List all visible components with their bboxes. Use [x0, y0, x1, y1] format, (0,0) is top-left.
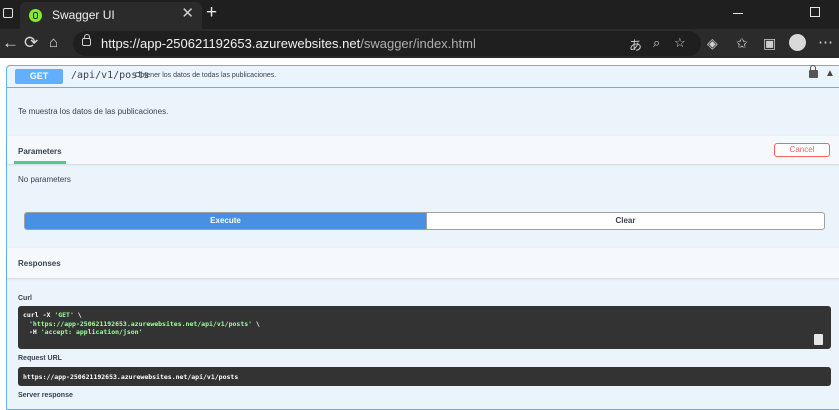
clear-button[interactable]: Clear — [426, 213, 824, 229]
address-url[interactable]: https://app-250621192653.azurewebsites.n… — [101, 36, 476, 51]
minimize-window-icon[interactable] — [733, 13, 743, 14]
execute-button-group: Execute Clear — [24, 212, 825, 230]
close-tab-icon[interactable]: ✕ — [181, 6, 194, 22]
back-arrow-icon[interactable]: ← — [2, 34, 19, 52]
cancel-button[interactable]: Cancel — [774, 143, 830, 157]
refresh-icon[interactable]: ⟳ — [24, 34, 38, 52]
server-response-label: Server response — [18, 392, 73, 399]
favorite-star-icon[interactable]: ☆ — [674, 35, 686, 51]
responses-title: Responses — [18, 259, 61, 268]
execute-button[interactable]: Execute — [25, 213, 426, 229]
authorize-lock-icon[interactable] — [809, 65, 818, 78]
no-parameters-text: No parameters — [18, 175, 71, 184]
tab-actions-icon[interactable] — [3, 8, 13, 18]
extensions-icon[interactable]: ◈ — [707, 35, 718, 52]
request-url-value: https://app-250621192653.azurewebsites.n… — [23, 373, 239, 381]
address-bar[interactable]: https://app-250621192653.azurewebsites.n… — [73, 31, 701, 56]
operation-description: Te muestra los datos de las publicacione… — [18, 107, 169, 116]
tab-parameters[interactable]: Parameters — [18, 147, 62, 156]
favorites-icon[interactable]: ✩ — [736, 35, 748, 52]
operation-summary[interactable]: GET /api/v1/posts Obtener los datos de t… — [7, 65, 839, 88]
maximize-window-icon[interactable] — [810, 7, 820, 17]
browser-tab[interactable]: Swagger UI ✕ — [20, 2, 202, 29]
request-url-block: https://app-250621192653.azurewebsites.n… — [18, 367, 831, 386]
request-url-label: Request URL — [18, 355, 62, 362]
curl-line-2: 'https://app-250621192653.azurewebsites.… — [29, 320, 260, 328]
more-menu-icon[interactable]: ⋯ — [818, 33, 833, 51]
curl-line-3: -H 'accept: application/json' — [29, 328, 143, 336]
curl-label: Curl — [18, 295, 32, 302]
home-icon[interactable]: ⌂ — [49, 34, 58, 52]
collections-icon[interactable]: ▣ — [763, 35, 776, 52]
operation-block: GET /api/v1/posts Obtener los datos de t… — [6, 65, 839, 410]
read-aloud-icon[interactable]: あ — [629, 35, 642, 54]
tab-title: Swagger UI — [52, 8, 115, 22]
browser-tab-bar: Swagger UI ✕ + — [0, 0, 839, 29]
method-badge: GET — [15, 69, 63, 84]
chevron-up-icon[interactable]: ▲ — [825, 68, 835, 79]
profile-avatar[interactable] — [789, 34, 806, 51]
curl-code-block: curl -X 'GET' \ 'https://app-25062119265… — [18, 306, 831, 349]
new-tab-button[interactable]: + — [206, 3, 217, 23]
browser-toolbar: ← ⟳ ⌂ https://app-250621192653.azurewebs… — [0, 29, 839, 58]
active-tab-indicator — [14, 161, 66, 164]
site-info-lock-icon[interactable] — [82, 34, 91, 46]
curl-line-1: curl -X 'GET' \ — [23, 311, 82, 319]
parameters-header: Parameters Cancel — [7, 136, 839, 164]
swagger-favicon-icon — [29, 9, 42, 22]
copy-to-clipboard-icon[interactable] — [814, 334, 823, 345]
zoom-icon[interactable]: ⌕ — [653, 35, 660, 51]
responses-header: Responses — [7, 248, 839, 278]
operation-summary-text: Obtener los datos de todas las publicaci… — [135, 72, 277, 79]
